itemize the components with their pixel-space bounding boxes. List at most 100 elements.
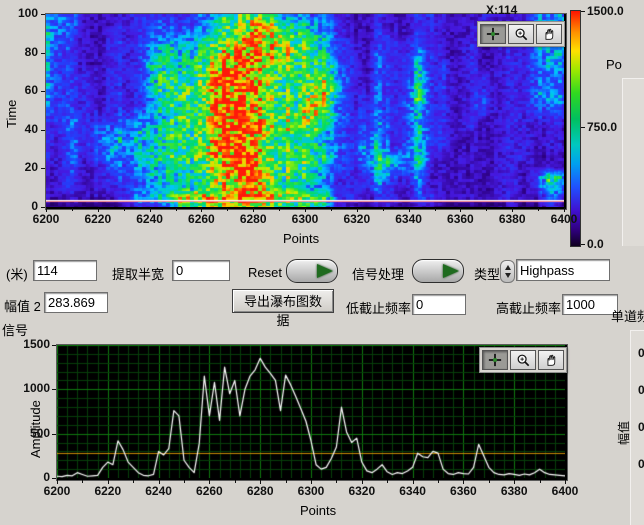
meters-input[interactable] xyxy=(33,260,97,281)
signal-x-tick xyxy=(260,480,261,484)
signal-x-minortick xyxy=(489,480,490,483)
signal-x-tick xyxy=(159,480,160,484)
waterfall-x-tick xyxy=(201,208,202,212)
magnifier-icon xyxy=(516,353,530,367)
waterfall-x-tick-label: 6360 xyxy=(440,212,480,226)
signal-y-tick-label: 500 xyxy=(14,426,50,440)
colorbar-mid-label: 750.0 xyxy=(587,120,617,134)
signal-x-tick-label: 6360 xyxy=(443,484,483,498)
filter-type-input[interactable] xyxy=(516,259,610,281)
zoom-tool-button-2[interactable] xyxy=(510,350,536,370)
signal-processing-switch[interactable] xyxy=(412,259,464,283)
waterfall-x-minortick xyxy=(331,208,332,211)
waterfall-x-tick-label: 6280 xyxy=(233,212,273,226)
signal-x-tick-label: 6320 xyxy=(342,484,382,498)
waterfall-x-minortick xyxy=(383,208,384,211)
magnifier-icon xyxy=(514,27,528,41)
right-clipped-panel-top xyxy=(622,78,644,246)
signal-x-tick-label: 6340 xyxy=(393,484,433,498)
spinner-up-icon xyxy=(505,265,511,270)
high-cutoff-input[interactable] xyxy=(562,294,618,315)
hand-icon xyxy=(542,27,556,41)
waterfall-x-tick-label: 6240 xyxy=(130,212,170,226)
crosshair-tool-button-2[interactable] xyxy=(482,350,508,370)
signal-x-minortick xyxy=(82,480,83,483)
signal-x-tick xyxy=(108,480,109,484)
waterfall-y-tick-label: 0 xyxy=(6,199,38,213)
zoom-tool-button[interactable] xyxy=(508,24,534,44)
crosshair-tool-button[interactable] xyxy=(480,24,506,44)
waterfall-x-tick-label: 6220 xyxy=(78,212,118,226)
spinner-down-icon xyxy=(505,273,511,278)
waterfall-x-tick xyxy=(564,208,565,212)
waterfall-x-tick xyxy=(460,208,461,212)
waterfall-y-tick-label: 40 xyxy=(6,122,38,136)
signal-x-tick-label: 6400 xyxy=(545,484,585,498)
signal-x-tick xyxy=(565,480,566,484)
waterfall-x-tick xyxy=(150,208,151,212)
waterfall-x-minortick xyxy=(486,208,487,211)
signal-x-tick xyxy=(209,480,210,484)
waterfall-x-tick-label: 6200 xyxy=(26,212,66,226)
waterfall-y-tick xyxy=(41,53,45,54)
right-clipped-tick: 0 xyxy=(638,457,644,471)
processing-switch-arrow-icon xyxy=(443,264,459,278)
hand-icon xyxy=(544,353,558,367)
signal-x-tick-label: 6280 xyxy=(240,484,280,498)
colorbar-tick xyxy=(581,244,585,245)
half-width-label: 提取半宽 xyxy=(112,264,164,283)
signal-x-tick-label: 6380 xyxy=(494,484,534,498)
waterfall-y-tick-label: 80 xyxy=(6,45,38,59)
waterfall-x-tick xyxy=(512,208,513,212)
crosshair-icon xyxy=(488,353,502,367)
colorbar-max-label: 1500.0 xyxy=(587,4,624,18)
waterfall-x-axis-title: Points xyxy=(283,231,319,246)
signal-y-tick xyxy=(52,389,56,390)
right-clipped-tick: 0 xyxy=(638,383,644,397)
export-waterfall-data-button[interactable]: 导出瀑布图数据 xyxy=(232,289,334,313)
waterfall-y-tick xyxy=(41,207,45,208)
waterfall-y-tick-label: 20 xyxy=(6,160,38,174)
waterfall-x-minortick xyxy=(279,208,280,211)
signal-x-tick-label: 6200 xyxy=(37,484,77,498)
right-clipped-text-top: Po xyxy=(606,57,622,72)
signal-x-tick-label: 6300 xyxy=(291,484,331,498)
signal-x-tick xyxy=(311,480,312,484)
waterfall-x-tick-label: 6380 xyxy=(492,212,532,226)
reset-switch-arrow-icon xyxy=(317,264,333,278)
waterfall-x-tick-label: 6260 xyxy=(181,212,221,226)
waterfall-x-minortick xyxy=(72,208,73,211)
waterfall-y-tick xyxy=(41,91,45,92)
signal-x-tick-label: 6220 xyxy=(88,484,128,498)
waterfall-x-minortick xyxy=(227,208,228,211)
signal-x-tick xyxy=(362,480,363,484)
low-cutoff-input[interactable] xyxy=(412,294,466,315)
signal-x-minortick xyxy=(336,480,337,483)
crosshair-icon xyxy=(486,27,500,41)
pan-tool-button-2[interactable] xyxy=(538,350,564,370)
colorbar-tick xyxy=(581,11,585,12)
half-width-input[interactable] xyxy=(172,260,230,281)
waterfall-x-tick xyxy=(253,208,254,212)
signal-x-tick-label: 6260 xyxy=(189,484,229,498)
low-cutoff-label: 低截止频率 xyxy=(346,298,411,317)
reset-label: Reset xyxy=(248,265,282,280)
signal-x-minortick xyxy=(387,480,388,483)
amplitude2-input[interactable] xyxy=(44,292,108,313)
signal-x-minortick xyxy=(184,480,185,483)
signal-x-axis-title: Points xyxy=(300,503,336,518)
signal-y-tick-label: 1500 xyxy=(14,337,50,351)
waterfall-x-tick-label: 6320 xyxy=(337,212,377,226)
waterfall-y-tick xyxy=(41,168,45,169)
signal-x-tick xyxy=(57,480,58,484)
colorbar-tick xyxy=(581,127,585,128)
signal-x-minortick xyxy=(133,480,134,483)
signal-y-tick xyxy=(52,434,56,435)
signal-y-tick xyxy=(52,478,56,479)
processing-label: 信号处理 xyxy=(352,264,404,283)
pan-tool-button[interactable] xyxy=(536,24,562,44)
high-cutoff-label: 高截止频率 xyxy=(496,298,561,317)
reset-switch[interactable] xyxy=(286,259,338,283)
type-spinner[interactable] xyxy=(500,260,515,283)
signal-x-minortick xyxy=(286,480,287,483)
